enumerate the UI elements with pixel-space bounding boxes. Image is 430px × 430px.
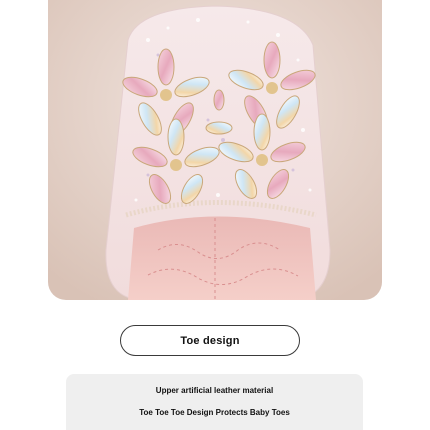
jeweled-shoe-toe-image	[48, 0, 382, 300]
shoe-toe-photo	[48, 0, 382, 300]
material-info-box: Upper artificial leather material Toe To…	[66, 374, 363, 430]
material-info-line: Upper artificial leather material	[155, 386, 274, 395]
product-detail-page: Toe design Upper artificial leather mate…	[0, 0, 430, 430]
toe-design-label: Toe design	[120, 325, 300, 356]
toe-protection-info-line: Toe Toe Toe Design Protects Baby Toes	[139, 408, 290, 417]
toe-design-label-text: Toe design	[180, 334, 240, 347]
